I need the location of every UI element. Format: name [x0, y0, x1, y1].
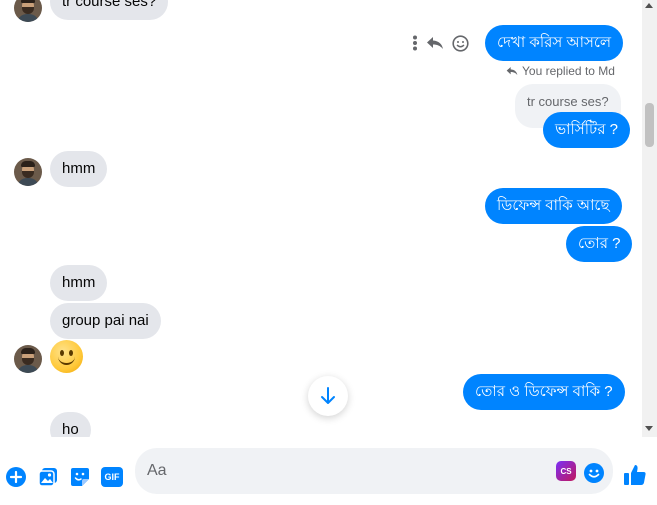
reply-icon: [506, 67, 518, 75]
scroll-up-arrow[interactable]: [645, 3, 653, 8]
incoming-message[interactable]: group pai nai: [50, 303, 161, 339]
message-input[interactable]: [147, 457, 547, 485]
avatar[interactable]: [14, 158, 42, 186]
extension-badge[interactable]: CS: [556, 461, 576, 481]
attach-image-button[interactable]: [37, 466, 59, 488]
scroll-down-arrow[interactable]: [645, 426, 653, 431]
outgoing-message[interactable]: ডিফেন্স বাকি আছে: [485, 188, 622, 224]
reply-icon[interactable]: [426, 36, 444, 50]
replied-note: You replied to Md: [506, 64, 615, 78]
emoji-icon[interactable]: [584, 463, 604, 483]
scrollbar[interactable]: [642, 0, 657, 437]
replied-note-text: You replied to Md: [522, 64, 615, 78]
arrow-down-icon: [321, 387, 335, 404]
incoming-message[interactable]: tr course ses?: [50, 0, 169, 20]
scroll-to-latest-button[interactable]: [308, 376, 348, 416]
like-icon[interactable]: [623, 463, 647, 487]
plus-icon: [6, 467, 26, 487]
outgoing-message[interactable]: ভার্সিটির ?: [543, 112, 630, 148]
sticker-icon: [71, 468, 89, 486]
more-icon[interactable]: [412, 35, 418, 51]
image-icon: [38, 468, 57, 487]
outgoing-message[interactable]: তোর ও ডিফেন্স বাকি ?: [463, 374, 625, 410]
avatar[interactable]: [14, 0, 42, 22]
outgoing-message[interactable]: দেখা করিস আসলে: [485, 25, 624, 61]
gif-label: GIF: [104, 472, 120, 482]
message-thread: tr course ses? দেখা করিস আসলে You replie…: [0, 0, 657, 437]
sticker-button[interactable]: [69, 466, 91, 488]
incoming-message[interactable]: hmm: [50, 151, 108, 187]
incoming-message[interactable]: ho: [50, 412, 91, 437]
outgoing-message[interactable]: তোর ?: [566, 226, 633, 262]
message-input-wrapper: CS: [135, 448, 613, 494]
react-icon[interactable]: [452, 34, 469, 52]
more-actions-button[interactable]: [5, 466, 27, 488]
scrollbar-thumb[interactable]: [645, 103, 654, 147]
avatar[interactable]: [14, 345, 42, 373]
incoming-message[interactable]: hmm: [50, 265, 108, 301]
smile-emoji-message[interactable]: [50, 340, 83, 373]
gif-button[interactable]: GIF: [101, 466, 123, 488]
message-actions: [412, 33, 469, 53]
